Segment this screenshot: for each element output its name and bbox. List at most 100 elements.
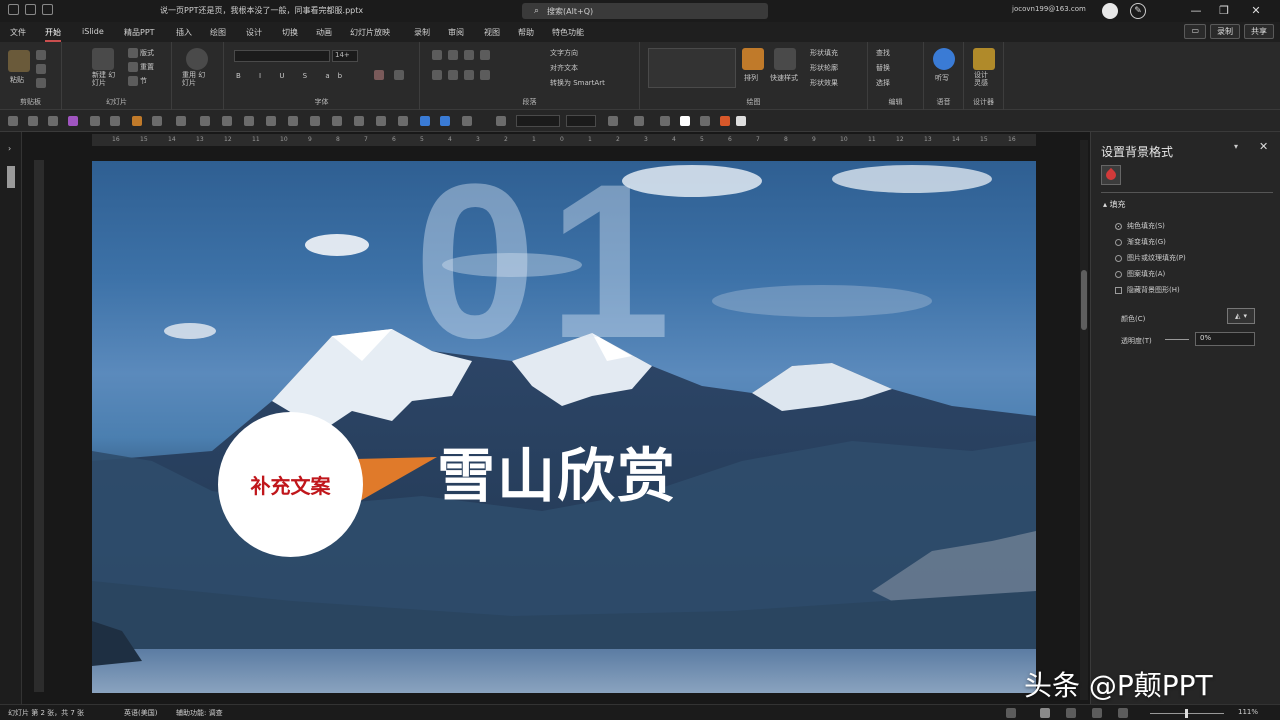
slideshow-icon[interactable] [1118,708,1128,718]
tab-review[interactable]: 审阅 [448,27,464,38]
avatar[interactable] [1102,3,1118,19]
normal-view-icon[interactable] [1040,708,1050,718]
solid-fill-option[interactable]: 纯色填充(S) [1115,221,1165,231]
tab-animations[interactable]: 动画 [316,27,332,38]
tool-5-icon[interactable] [176,116,186,126]
reading-view-icon[interactable] [1092,708,1102,718]
slide-title[interactable]: 雪山欣赏 [437,429,677,513]
redo-icon[interactable] [28,116,38,126]
indent-icon[interactable] [464,50,474,60]
quick-styles-icon[interactable] [774,48,796,70]
find-button[interactable]: 查找 [876,48,890,58]
qat-size-select[interactable] [566,115,596,127]
repeat-icon[interactable] [48,116,58,126]
zoom-level[interactable]: 111% [1238,708,1258,716]
tool-9-icon[interactable] [266,116,276,126]
tool-10-icon[interactable] [288,116,298,126]
tab-view[interactable]: 视图 [484,27,500,38]
vertical-scrollbar[interactable] [1080,140,1088,700]
tool-26-icon[interactable] [736,116,746,126]
tab-special[interactable]: 特色功能 [552,27,584,38]
tab-insert[interactable]: 插入 [176,27,192,38]
microphone-icon[interactable] [933,48,955,70]
tool-8-icon[interactable] [244,116,254,126]
save-icon[interactable] [25,4,36,15]
cut-icon[interactable] [36,50,46,60]
tool-2-icon[interactable] [110,116,120,126]
slide-sorter-icon[interactable] [1066,708,1076,718]
highlight-icon[interactable] [394,70,404,80]
shape-effect-button[interactable]: 形状效果 [810,78,838,88]
designer-icon[interactable] [973,48,995,70]
reset-icon[interactable] [128,62,138,72]
panel-close-icon[interactable]: ✕ [1259,140,1268,153]
font-size-select[interactable]: 14+ [332,50,358,62]
language-indicator[interactable]: 英语(美国) [124,708,157,718]
undo-icon[interactable] [42,4,53,15]
badge-text[interactable]: 补充文案 [251,470,331,499]
tool-3-icon[interactable] [132,116,142,126]
tool-21-icon[interactable] [634,116,644,126]
minimize-button[interactable]: — [1188,3,1204,19]
pattern-fill-radio[interactable] [1115,270,1122,278]
tab-file[interactable]: 文件 [10,27,26,38]
bullets-icon[interactable] [432,50,442,60]
picture-fill-option[interactable]: 图片或纹理填充(P) [1115,253,1186,263]
copy-icon[interactable] [36,64,46,74]
tool-16-icon[interactable] [420,116,430,126]
badge-circle[interactable]: 补充文案 [218,412,363,557]
align-text-button[interactable]: 对齐文本 [550,63,578,73]
line-spacing-icon[interactable] [480,50,490,60]
tab-design[interactable]: 设计 [246,27,262,38]
arrange-icon[interactable] [742,48,764,70]
shape-outline-button[interactable]: 形状轮廓 [810,63,838,73]
tool-7-icon[interactable] [222,116,232,126]
tool-6-icon[interactable] [200,116,210,126]
tool-11-icon[interactable] [310,116,320,126]
pattern-fill-option[interactable]: 图案填充(A) [1115,269,1165,279]
tool-19-icon[interactable] [496,116,506,126]
expand-icon[interactable]: › [8,144,11,153]
tool-18-icon[interactable] [462,116,472,126]
shapes-gallery[interactable] [648,48,736,88]
replace-button[interactable]: 替换 [876,63,890,73]
paste-icon[interactable] [8,50,30,72]
tab-islide[interactable]: iSlide [82,27,104,36]
fill-section-header[interactable]: ▴ 填充 [1103,199,1126,210]
tool-25-icon[interactable] [720,116,730,126]
tool-4-icon[interactable] [152,116,162,126]
share-button[interactable]: 共享 [1244,24,1274,39]
gradient-fill-radio[interactable] [1115,238,1122,246]
reuse-slides-icon[interactable] [186,48,208,70]
shape-fill-button[interactable]: 形状填充 [810,48,838,58]
tool-23-icon[interactable] [680,116,690,126]
format-painter-icon[interactable] [36,78,46,88]
align-left-icon[interactable] [432,70,442,80]
notes-icon[interactable] [1006,708,1016,718]
tool-15-icon[interactable] [398,116,408,126]
tool-22-icon[interactable] [660,116,670,126]
layout-icon[interactable] [128,48,138,58]
align-right-icon[interactable] [464,70,474,80]
tool-14-icon[interactable] [376,116,386,126]
new-slide-icon[interactable] [92,48,114,70]
slide[interactable]: 01 补充文案 雪山欣赏 [92,161,1036,693]
color-picker-button[interactable]: ◭ ▾ [1227,308,1255,324]
hide-background-checkbox[interactable] [1115,286,1122,294]
numbering-icon[interactable] [448,50,458,60]
accessibility-indicator[interactable]: 辅助功能: 调查 [176,708,223,718]
font-color-icon[interactable] [374,70,384,80]
tab-transitions[interactable]: 切换 [282,27,298,38]
tool-24-icon[interactable] [700,116,710,126]
tab-draw[interactable]: 绘图 [210,27,226,38]
panel-menu-icon[interactable]: ▾ [1234,142,1238,151]
transparency-slider[interactable] [1165,339,1189,340]
undo-icon[interactable] [8,116,18,126]
section-icon[interactable] [128,76,138,86]
select-button[interactable]: 选择 [876,78,890,88]
tool-17-icon[interactable] [440,116,450,126]
picture-fill-radio[interactable] [1115,254,1122,262]
text-direction-button[interactable]: 文字方向 [550,48,578,58]
fill-tab-button[interactable] [1101,165,1121,185]
tab-home[interactable]: 开始 [45,27,61,42]
